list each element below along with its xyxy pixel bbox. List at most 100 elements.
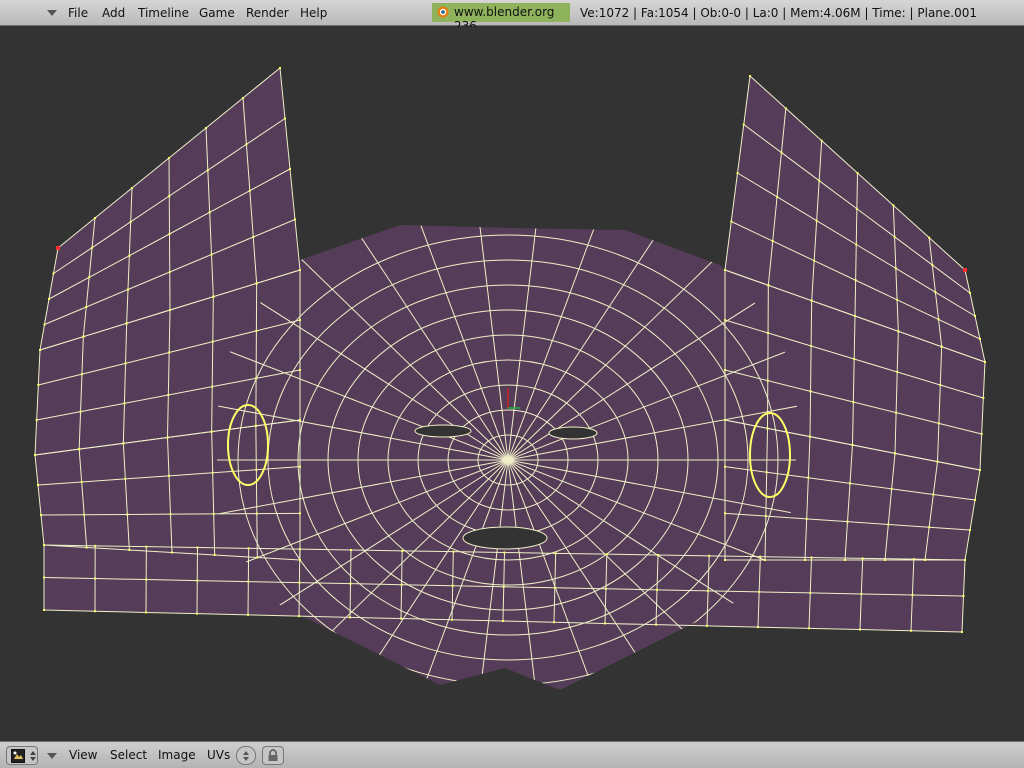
left-flap-mid-vertex bbox=[299, 319, 301, 321]
bottom-strip-vertex bbox=[912, 558, 915, 561]
left-flap-mid-vertex bbox=[299, 369, 301, 371]
header-collapse-icon[interactable] bbox=[47, 753, 57, 759]
bottom-strip-vertex bbox=[94, 610, 96, 613]
left-flap-low-vertex bbox=[212, 512, 215, 515]
editor-type-button[interactable] bbox=[6, 746, 38, 765]
bottom-strip-vertex bbox=[964, 559, 966, 561]
bottom-strip-vertex bbox=[43, 544, 45, 546]
left-flap-top-vertex bbox=[131, 187, 133, 189]
left-flap-low-vertex bbox=[254, 424, 257, 427]
right-flap-mid-vertex bbox=[897, 330, 900, 333]
left-flap-top-vertex bbox=[168, 195, 171, 197]
left-flap-low-vertex bbox=[211, 471, 214, 474]
right-flap-mid-vertex bbox=[809, 390, 812, 393]
left-flap-low-vertex bbox=[299, 465, 301, 468]
bottom-strip-vertex bbox=[196, 579, 199, 582]
bottom-strip-vertex bbox=[655, 623, 657, 626]
left-flap-top-vertex bbox=[252, 236, 255, 238]
right-flap-mid-vertex bbox=[767, 284, 770, 287]
menu-select[interactable]: Select bbox=[110, 748, 147, 762]
right-flap-mid-vertex bbox=[854, 315, 856, 317]
right-flap-low-vertex bbox=[974, 499, 976, 501]
left-flap-mid-vertex bbox=[255, 282, 258, 285]
right-flap-low-vertex bbox=[932, 493, 935, 496]
menu-image[interactable]: Image bbox=[158, 748, 196, 762]
uv-mesh[interactable] bbox=[0, 0, 1024, 768]
left-flap-low-vertex bbox=[171, 551, 173, 554]
right-flap-mid-vertex bbox=[940, 345, 943, 348]
bottom-strip-vertex bbox=[859, 628, 861, 631]
right-flap-top-vertex bbox=[928, 236, 931, 239]
uv-editor-viewport[interactable] bbox=[0, 27, 1024, 741]
bottom-strip-vertex bbox=[43, 609, 45, 611]
uv-editor-header: View Select Image UVs bbox=[0, 741, 1024, 768]
right-flap-mid-vertex bbox=[810, 345, 813, 347]
left-flap-low-vertex bbox=[299, 512, 301, 515]
right-flap-mid-vertex bbox=[853, 358, 856, 360]
right-flap-top-vertex bbox=[771, 240, 774, 243]
left-flap-low-vertex bbox=[34, 454, 36, 456]
left-flap-low-vertex bbox=[124, 477, 127, 480]
right-flap-low-vertex bbox=[724, 559, 726, 561]
bottom-strip-vertex bbox=[451, 584, 454, 587]
right-flap-low-vertex bbox=[936, 460, 939, 463]
right-flap-low-vertex bbox=[928, 526, 931, 529]
left-flap-mid-vertex bbox=[37, 384, 40, 386]
left-flap-top-vertex bbox=[48, 298, 50, 300]
left-eye-hole bbox=[414, 424, 472, 438]
right-flap-top-vertex bbox=[854, 279, 857, 282]
bottom-strip-vertex bbox=[94, 544, 97, 547]
right-flap-top-vertex bbox=[856, 172, 859, 174]
right-flap-top-vertex bbox=[855, 243, 858, 246]
left-flap-mid-vertex bbox=[255, 329, 258, 332]
left-flap-top-vertex bbox=[294, 218, 296, 221]
bottom-strip-vertex bbox=[502, 620, 504, 622]
left-flap-low-vertex bbox=[126, 513, 129, 516]
left-flap-top-vertex bbox=[88, 276, 91, 279]
left-flap-top-vertex bbox=[168, 271, 171, 273]
left-flap-top-vertex bbox=[289, 168, 291, 170]
bottom-strip-vertex bbox=[810, 556, 813, 559]
right-flap-top-vertex bbox=[818, 179, 821, 182]
right-flap-low-vertex bbox=[894, 452, 896, 455]
right-flap-top-vertex bbox=[749, 75, 751, 77]
right-flap-low-vertex bbox=[766, 427, 769, 430]
left-flap-low-vertex bbox=[83, 513, 86, 516]
right-flap-top-vertex bbox=[892, 204, 895, 207]
left-flap-top-vertex bbox=[43, 323, 46, 326]
lock-icon bbox=[268, 749, 278, 761]
bottom-strip-vertex bbox=[298, 615, 300, 618]
bottom-strip-vertex bbox=[861, 557, 864, 560]
right-flap-low-vertex bbox=[890, 487, 893, 490]
left-flap-low-vertex bbox=[255, 512, 258, 515]
right-flap-top-vertex bbox=[974, 315, 976, 317]
left-flap-mid-vertex bbox=[82, 335, 85, 338]
menu-view[interactable]: View bbox=[69, 748, 97, 762]
left-flap-top-vertex bbox=[208, 211, 211, 214]
bottom-strip-vertex bbox=[43, 576, 45, 579]
right-flap-mid-vertex bbox=[766, 379, 769, 382]
selected-vertex bbox=[963, 268, 967, 272]
left-flap-mid-vertex bbox=[123, 402, 126, 405]
right-flap-low-vertex bbox=[765, 471, 768, 474]
left-flap-top-vertex bbox=[206, 169, 209, 172]
right-flap-mid-vertex bbox=[724, 369, 726, 371]
right-flap-top-vertex bbox=[934, 291, 937, 294]
image-browse-button[interactable] bbox=[236, 746, 256, 765]
bottom-strip-vertex bbox=[452, 550, 455, 553]
right-flap-top-vertex bbox=[815, 219, 818, 222]
left-flap-top-vertex bbox=[127, 288, 129, 291]
left-flap-mid-vertex bbox=[125, 322, 128, 325]
bottom-strip-vertex bbox=[94, 577, 97, 580]
left-flap-top-vertex bbox=[85, 306, 88, 308]
left-flap-mid-vertex bbox=[168, 351, 171, 354]
bottom-strip-vertex bbox=[656, 588, 658, 591]
right-flap-low-vertex bbox=[724, 465, 726, 468]
lock-button[interactable] bbox=[262, 746, 284, 765]
left-flap-low-vertex bbox=[166, 436, 169, 439]
menu-uvs[interactable]: UVs bbox=[207, 748, 230, 762]
left-flap-mid-vertex bbox=[39, 349, 41, 351]
left-flap-mid-vertex bbox=[79, 410, 82, 413]
left-flap-low-vertex bbox=[210, 430, 213, 433]
right-flap-top-vertex bbox=[780, 151, 783, 154]
